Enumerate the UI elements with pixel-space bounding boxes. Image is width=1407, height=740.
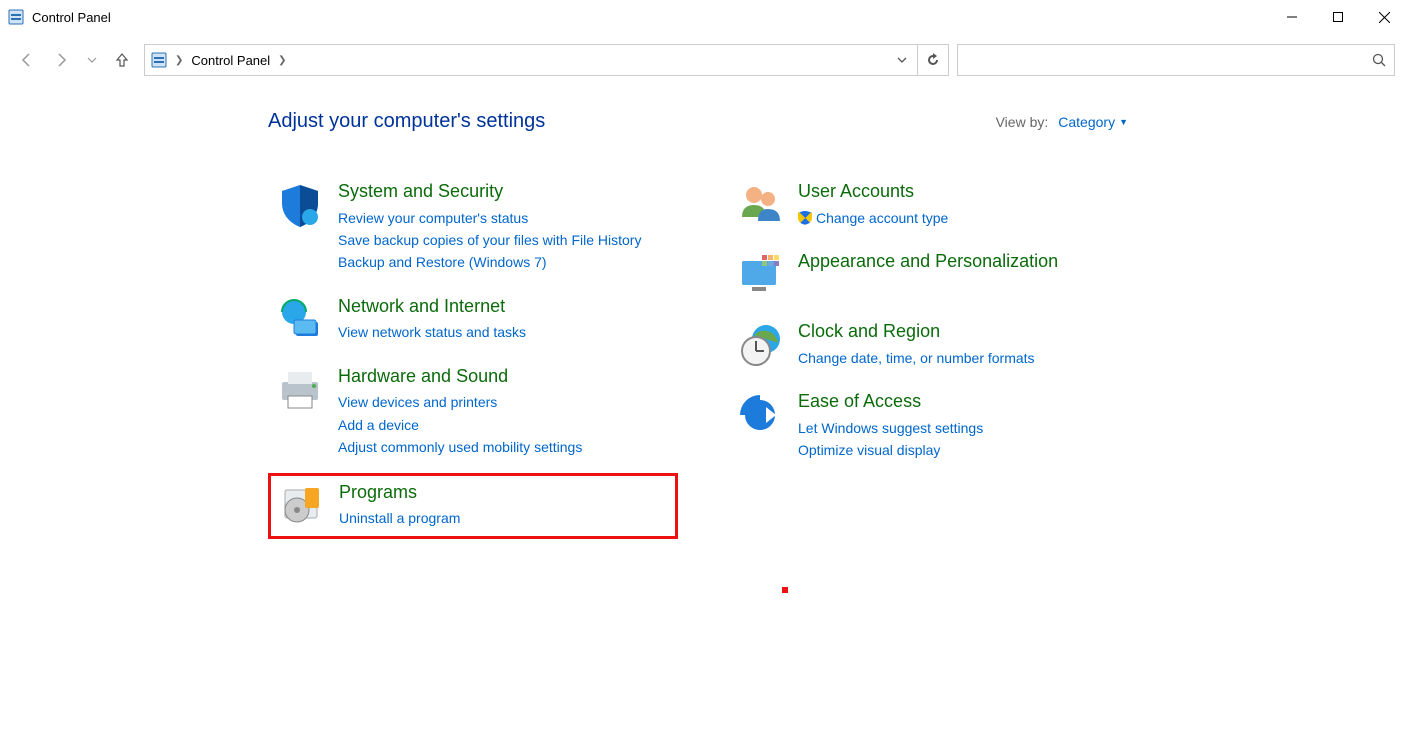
control-panel-icon bbox=[151, 52, 167, 68]
view-by-dropdown[interactable]: Category ▼ bbox=[1058, 114, 1128, 130]
window-title: Control Panel bbox=[32, 10, 111, 25]
content-area: Adjust your computer's settings View by:… bbox=[0, 90, 1407, 545]
link-optimize-display[interactable]: Optimize visual display bbox=[798, 439, 983, 461]
category-network-internet: Network and Internet View network status… bbox=[268, 288, 678, 352]
link-change-account-type[interactable]: Change account type bbox=[798, 207, 948, 229]
category-ease-of-access: Ease of Access Let Windows suggest setti… bbox=[728, 383, 1138, 469]
category-user-accounts: User Accounts Change account type bbox=[728, 173, 1138, 237]
category-title[interactable]: Programs bbox=[339, 482, 460, 504]
close-button[interactable] bbox=[1361, 2, 1407, 32]
back-button[interactable] bbox=[12, 46, 40, 74]
search-box[interactable] bbox=[957, 44, 1395, 76]
category-clock-region: Clock and Region Change date, time, or n… bbox=[728, 313, 1138, 377]
search-icon bbox=[1372, 53, 1386, 67]
window-controls bbox=[1269, 2, 1407, 32]
category-title[interactable]: Clock and Region bbox=[798, 321, 1035, 343]
control-panel-icon bbox=[8, 9, 24, 25]
forward-button[interactable] bbox=[48, 46, 76, 74]
category-title[interactable]: Appearance and Personalization bbox=[798, 251, 1058, 273]
left-category-column: System and Security Review your computer… bbox=[268, 173, 678, 545]
programs-icon bbox=[277, 482, 325, 530]
link-file-history[interactable]: Save backup copies of your files with Fi… bbox=[338, 229, 641, 251]
appearance-icon bbox=[736, 251, 784, 299]
breadcrumb-control-panel[interactable]: Control Panel bbox=[191, 53, 270, 68]
title-bar: Control Panel bbox=[0, 0, 1407, 35]
caret-down-icon: ▼ bbox=[1119, 117, 1128, 127]
link-add-device[interactable]: Add a device bbox=[338, 414, 582, 436]
shield-icon bbox=[276, 181, 324, 229]
page-heading: Adjust your computer's settings bbox=[268, 110, 545, 133]
toolbar: ❯ Control Panel ❯ bbox=[0, 35, 1407, 90]
ease-of-access-icon bbox=[736, 391, 784, 439]
search-input[interactable] bbox=[966, 52, 1372, 69]
category-programs: Programs Uninstall a program bbox=[268, 473, 678, 539]
link-mobility-settings[interactable]: Adjust commonly used mobility settings bbox=[338, 436, 582, 458]
category-title[interactable]: Ease of Access bbox=[798, 391, 983, 413]
link-devices-printers[interactable]: View devices and printers bbox=[338, 391, 582, 413]
refresh-button[interactable] bbox=[917, 45, 948, 75]
printer-icon bbox=[276, 366, 324, 414]
link-windows-suggest[interactable]: Let Windows suggest settings bbox=[798, 417, 983, 439]
link-review-status[interactable]: Review your computer's status bbox=[338, 207, 641, 229]
view-by-label: View by: bbox=[996, 114, 1049, 130]
category-appearance: Appearance and Personalization bbox=[728, 243, 1138, 307]
chevron-right-icon[interactable]: ❯ bbox=[278, 55, 286, 66]
link-date-time-formats[interactable]: Change date, time, or number formats bbox=[798, 347, 1035, 369]
link-network-status[interactable]: View network status and tasks bbox=[338, 321, 526, 343]
address-history-dropdown[interactable] bbox=[887, 45, 917, 75]
category-title[interactable]: User Accounts bbox=[798, 181, 948, 203]
view-by-control: View by: Category ▼ bbox=[996, 114, 1128, 130]
link-uninstall-program[interactable]: Uninstall a program bbox=[339, 507, 460, 529]
address-bar[interactable]: ❯ Control Panel ❯ bbox=[144, 44, 949, 76]
recent-locations-dropdown[interactable] bbox=[84, 46, 100, 74]
category-title[interactable]: Hardware and Sound bbox=[338, 366, 582, 388]
maximize-button[interactable] bbox=[1315, 2, 1361, 32]
right-category-column: User Accounts Change account type bbox=[728, 173, 1138, 545]
network-icon bbox=[276, 296, 324, 344]
users-icon bbox=[736, 181, 784, 229]
annotation-red-dot bbox=[782, 587, 788, 593]
category-title[interactable]: Network and Internet bbox=[338, 296, 526, 318]
view-by-value: Category bbox=[1058, 114, 1115, 130]
category-title[interactable]: System and Security bbox=[338, 181, 641, 203]
category-hardware-sound: Hardware and Sound View devices and prin… bbox=[268, 358, 678, 467]
minimize-button[interactable] bbox=[1269, 2, 1315, 32]
link-backup-restore[interactable]: Backup and Restore (Windows 7) bbox=[338, 251, 641, 273]
up-button[interactable] bbox=[108, 46, 136, 74]
category-system-security: System and Security Review your computer… bbox=[268, 173, 678, 282]
chevron-right-icon[interactable]: ❯ bbox=[175, 55, 183, 66]
clock-icon bbox=[736, 321, 784, 369]
